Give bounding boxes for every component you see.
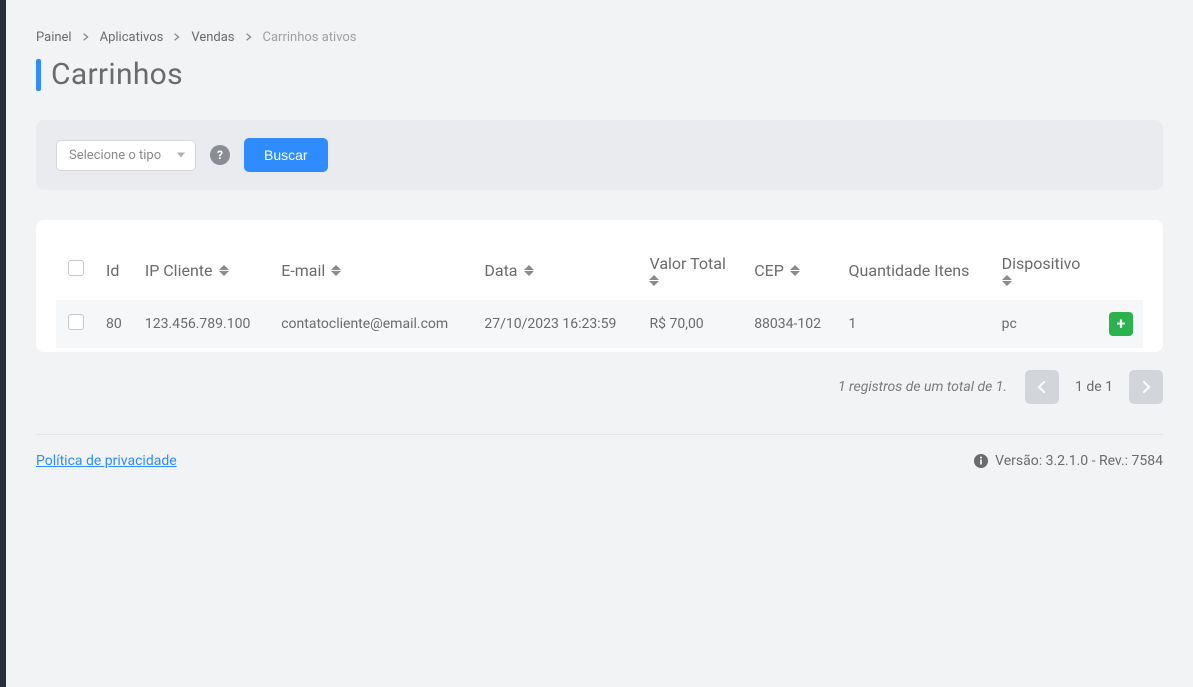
cell-id: 80: [96, 300, 135, 348]
breadcrumb-link-vendas[interactable]: Vendas: [191, 30, 234, 45]
chevron-right-icon: [82, 30, 90, 45]
column-header-ip[interactable]: IP Cliente: [135, 240, 271, 300]
column-header-email[interactable]: E-mail: [271, 240, 474, 300]
breadcrumb-current: Carrinhos ativos: [263, 30, 357, 45]
chevron-right-icon: [1141, 381, 1151, 393]
cell-total: R$ 70,00: [639, 300, 744, 348]
cell-date: 27/10/2023 16:23:59: [474, 300, 639, 348]
column-label: Data: [484, 261, 517, 280]
column-header-qty[interactable]: Quantidade Itens: [839, 240, 992, 300]
cell-ip: 123.456.789.100: [135, 300, 271, 348]
column-header-actions: [1099, 240, 1143, 300]
column-label: Valor Total: [649, 254, 725, 273]
column-label: Quantidade Itens: [849, 261, 970, 280]
column-header-cep[interactable]: CEP: [744, 240, 838, 300]
pager: 1 de 1: [1025, 370, 1163, 404]
pagination: 1 registros de um total de 1. 1 de 1: [36, 366, 1163, 434]
pager-prev-button[interactable]: [1025, 370, 1059, 404]
column-header-total[interactable]: Valor Total: [639, 240, 744, 300]
search-button[interactable]: Buscar: [244, 138, 328, 172]
sort-icon[interactable]: [524, 265, 534, 276]
chevron-right-icon: [173, 30, 181, 45]
info-icon: [973, 453, 989, 469]
version-text: Versão: 3.2.1.0 - Rev.: 7584: [995, 453, 1163, 469]
filter-card: Selecione o tipo ? Buscar: [36, 120, 1163, 190]
breadcrumb-link-painel[interactable]: Painel: [36, 30, 72, 45]
page-title-wrap: Carrinhos: [36, 57, 1163, 92]
page-title: Carrinhos: [51, 57, 183, 92]
footer-version: Versão: 3.2.1.0 - Rev.: 7584: [973, 453, 1163, 469]
cell-cep: 88034-102: [744, 300, 838, 348]
column-header-device[interactable]: Dispositivo: [992, 240, 1099, 300]
chevron-left-icon: [1037, 381, 1047, 393]
help-icon[interactable]: ?: [210, 145, 230, 165]
sort-icon[interactable]: [219, 265, 229, 276]
sort-icon[interactable]: [649, 275, 659, 286]
divider: [36, 434, 1163, 435]
privacy-policy-link[interactable]: Política de privacidade: [36, 453, 177, 469]
pager-next-button[interactable]: [1129, 370, 1163, 404]
breadcrumb: Painel Aplicativos Vendas Carrinhos ativ…: [36, 30, 1163, 45]
select-all-checkbox[interactable]: [68, 260, 84, 276]
title-accent-bar: [36, 59, 41, 91]
table-card: Id IP Cliente E-mail: [36, 220, 1163, 352]
breadcrumb-link-aplicativos[interactable]: Aplicativos: [100, 30, 164, 45]
column-header-date[interactable]: Data: [474, 240, 639, 300]
cell-device: pc: [992, 300, 1099, 348]
chevron-right-icon: [245, 30, 253, 45]
expand-row-button[interactable]: +: [1109, 312, 1133, 336]
main-content: Painel Aplicativos Vendas Carrinhos ativ…: [6, 0, 1193, 687]
footer: Política de privacidade Versão: 3.2.1.0 …: [36, 453, 1163, 469]
column-label: Dispositivo: [1002, 254, 1081, 273]
type-select[interactable]: Selecione o tipo: [56, 140, 196, 171]
column-label: Id: [106, 261, 119, 280]
cell-email: contatocliente@email.com: [271, 300, 474, 348]
pager-page-text: 1 de 1: [1063, 379, 1125, 395]
pagination-info: 1 registros de um total de 1.: [838, 379, 1007, 395]
column-header-id[interactable]: Id: [96, 240, 135, 300]
sort-icon[interactable]: [1002, 275, 1012, 286]
column-label: E-mail: [281, 261, 325, 280]
table-row: 80 123.456.789.100 contatocliente@email.…: [56, 300, 1143, 348]
cell-qty: 1: [839, 300, 992, 348]
column-label: IP Cliente: [145, 261, 213, 280]
sort-icon[interactable]: [331, 265, 341, 276]
carts-table: Id IP Cliente E-mail: [56, 240, 1143, 348]
row-checkbox[interactable]: [68, 314, 84, 330]
sort-icon[interactable]: [790, 265, 800, 276]
column-label: CEP: [754, 261, 784, 280]
